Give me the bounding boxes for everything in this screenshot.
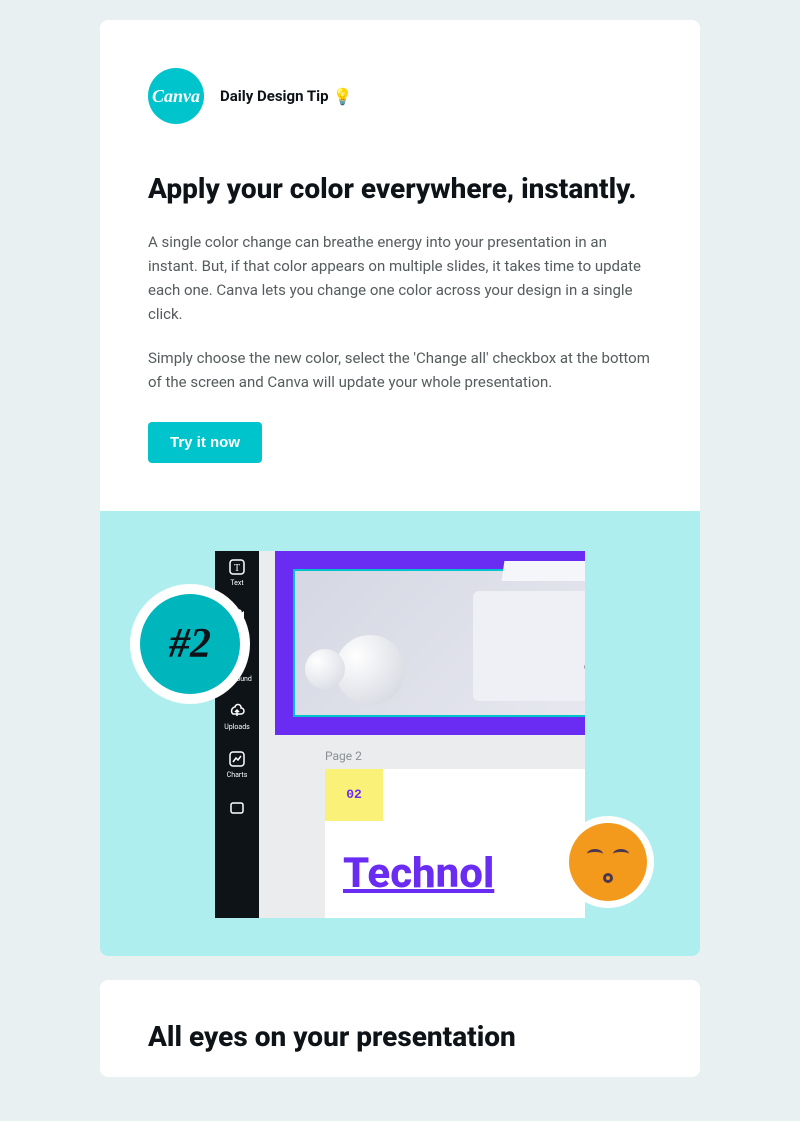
slide-number-badge: 02 <box>325 769 383 821</box>
sidebar-label: Uploads <box>224 723 250 731</box>
tip-card: Canva Daily Design Tip 💡 Apply your colo… <box>100 20 700 956</box>
slide-title: Technol <box>343 849 494 898</box>
sphere-shape <box>305 649 345 689</box>
editor-canvas: ↖ Page 2 02 Technol <box>259 551 585 918</box>
uploads-icon <box>227 701 247 721</box>
smiley-sticker <box>562 816 654 908</box>
slide-1: ↖ <box>275 551 585 735</box>
sidebar-item-text: T Text <box>227 557 247 587</box>
slide-2: 02 Technol <box>325 769 585 918</box>
cursor-icon: ↖ <box>583 661 585 675</box>
sphere-shape <box>335 635 405 705</box>
sidebar-item-uploads: Uploads <box>224 701 250 731</box>
sidebar-item-charts: Charts <box>227 749 248 779</box>
brand-logo: Canva <box>148 68 204 124</box>
svg-text:T: T <box>234 563 240 574</box>
section2-headline: All eyes on your presentation <box>148 1020 652 1054</box>
body-paragraph-2: Simply choose the new color, select the … <box>148 346 652 394</box>
secondary-card: All eyes on your presentation <box>100 980 700 1078</box>
sidebar-label: Charts <box>227 771 248 779</box>
try-now-button[interactable]: Try it now <box>148 422 262 463</box>
kicker-text: Daily Design Tip <box>220 87 329 105</box>
hero-illustration: T Text Videos Bkground <box>100 511 700 956</box>
text-icon: T <box>227 557 247 577</box>
eye-icon <box>587 849 603 859</box>
more-icon <box>227 797 247 817</box>
card-header: Canva Daily Design Tip 💡 <box>148 68 652 124</box>
sidebar-item-more <box>227 797 247 817</box>
page-label: Page 2 <box>325 749 362 763</box>
charts-icon <box>227 749 247 769</box>
lightbulb-icon: 💡 <box>333 87 353 106</box>
headline: Apply your color everywhere, instantly. <box>148 172 652 206</box>
sidebar-label: Text <box>230 579 243 587</box>
body-paragraph-1: A single color change can breathe energy… <box>148 230 652 326</box>
editor-mock: T Text Videos Bkground <box>215 551 585 918</box>
mouth-icon <box>603 873 613 883</box>
kicker-label: Daily Design Tip 💡 <box>220 87 352 106</box>
tip-number-badge: #2 <box>130 584 250 704</box>
eye-icon <box>613 849 629 859</box>
